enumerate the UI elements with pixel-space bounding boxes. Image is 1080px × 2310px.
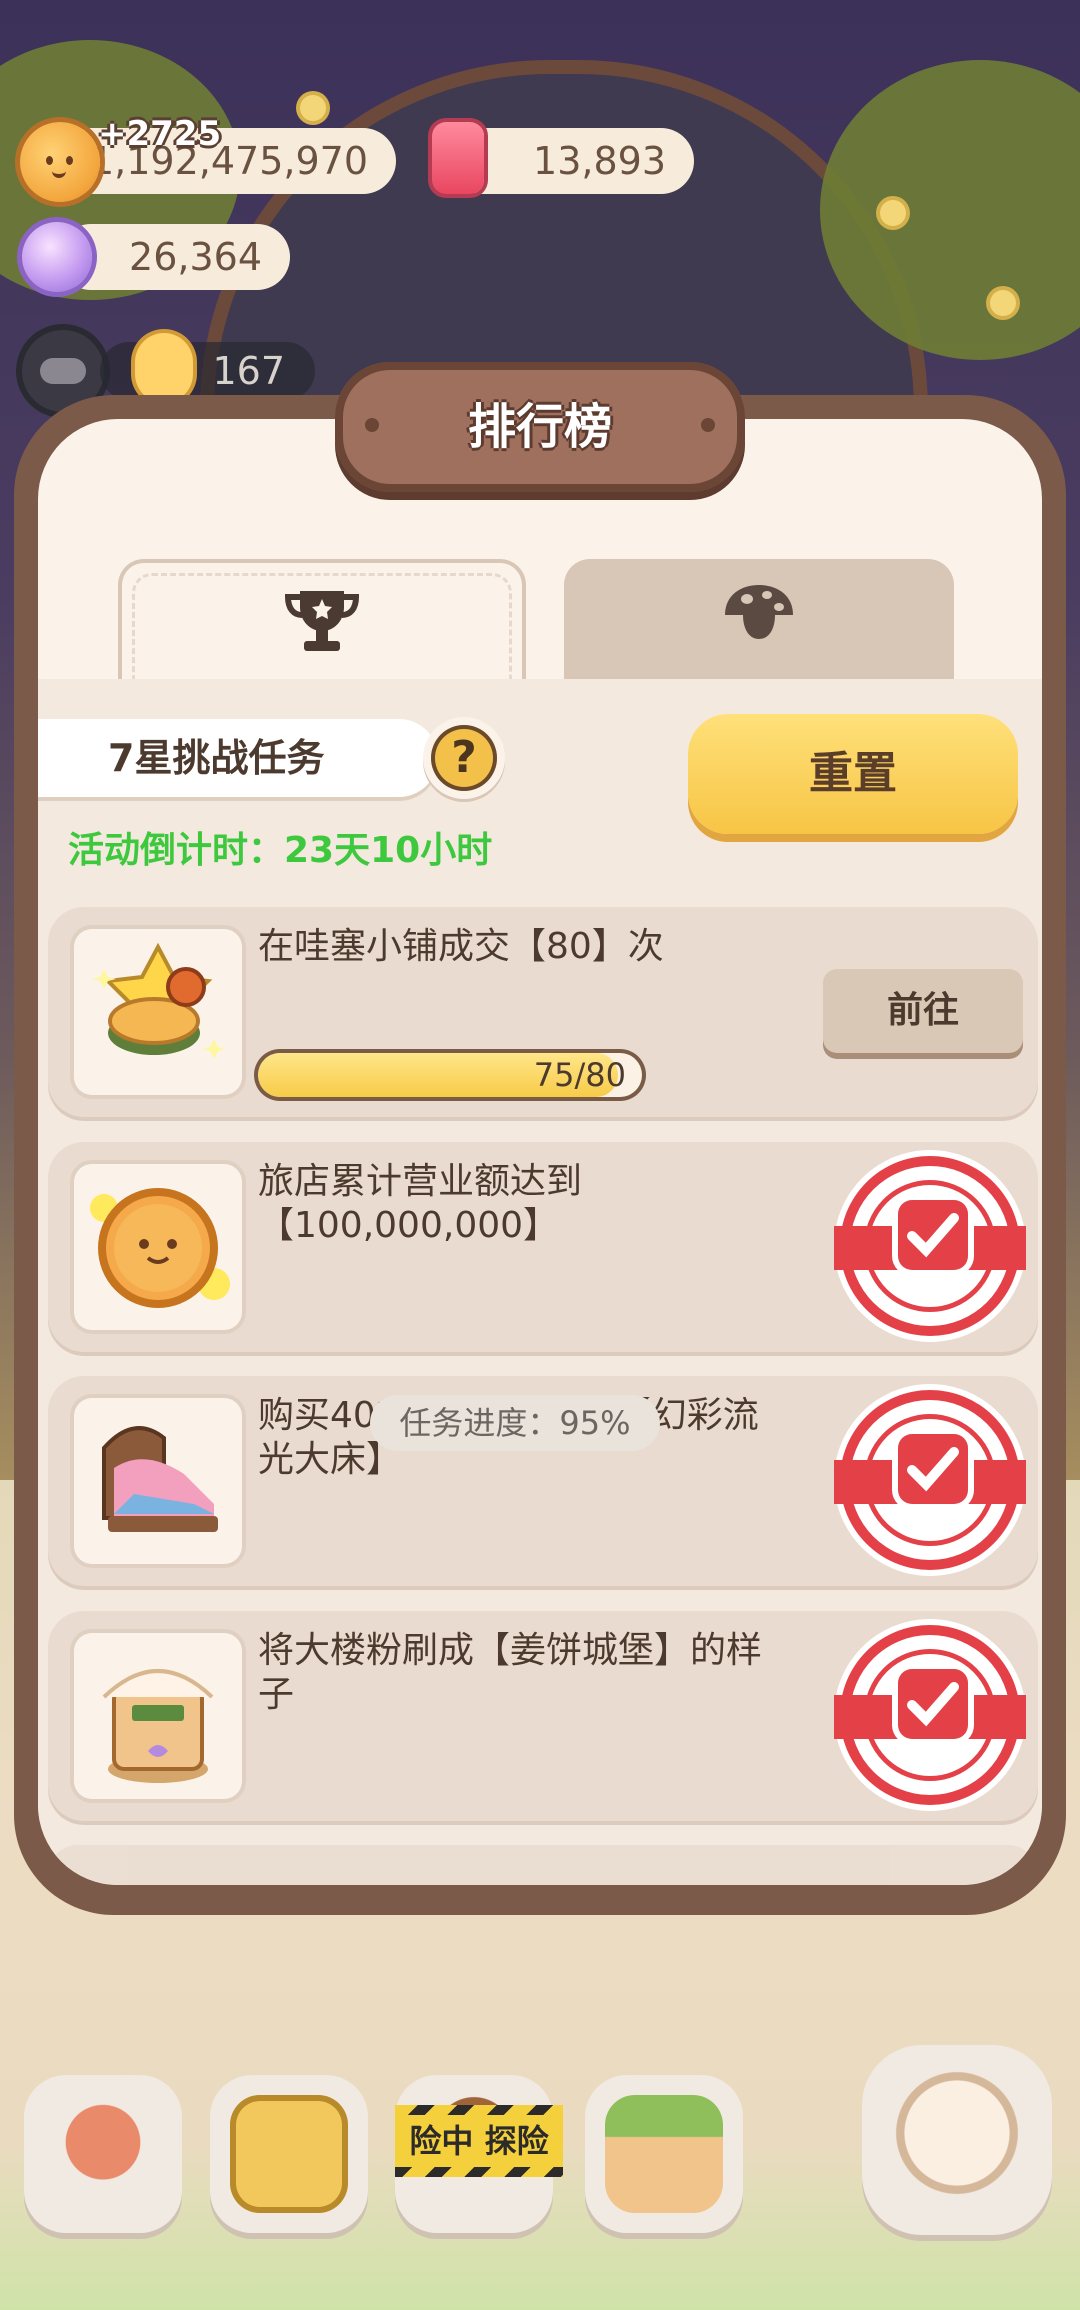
dialog-panel: 7星挑战任务 ? 活动倒计时：23天10小时 重置 在哇塞小铺成交【80】次 前…	[38, 419, 1042, 1885]
nav-calendar-button[interactable]	[210, 2075, 368, 2233]
task-description: 旅店累计营业额达到【100,000,000】	[258, 1161, 583, 1246]
chick-icon	[135, 333, 193, 403]
candle-value: 13,893	[533, 139, 666, 183]
mushroom-icon	[725, 585, 793, 639]
overall-progress: 任务进度：95%	[370, 1395, 660, 1451]
event-countdown: 活动倒计时：23天10小时	[68, 830, 493, 871]
completed-stamp-icon	[834, 1156, 1026, 1336]
gem-icon	[22, 222, 92, 292]
nav-shop-button[interactable]	[585, 2075, 743, 2233]
dialog-title-plate: 排行榜	[335, 362, 745, 492]
completed-stamp-icon	[834, 1625, 1026, 1805]
task-progress-bar: 75/80	[258, 1053, 642, 1097]
question-icon: ?	[431, 725, 497, 791]
goto-button[interactable]: 前往	[823, 969, 1023, 1053]
nav-house-button[interactable]	[24, 2075, 182, 2233]
character-icon	[887, 2070, 1027, 2210]
tab-mushroom[interactable]	[564, 559, 954, 679]
flower-decoration	[990, 290, 1016, 316]
task-card-revenue: 旅店累计营业额达到【100,000,000】	[48, 1142, 1038, 1352]
shop-stall-icon	[605, 2095, 723, 2213]
flower-decoration	[880, 200, 906, 226]
task-card-trade: 在哇塞小铺成交【80】次 前往 75/80	[48, 907, 1038, 1117]
dialog-title: 排行榜	[467, 399, 612, 455]
flower-decoration	[300, 95, 326, 121]
trophy-icon	[284, 591, 360, 651]
gem-value: 26,364	[129, 235, 262, 279]
nav-character-button[interactable]	[862, 2045, 1052, 2235]
help-button[interactable]: ?	[423, 717, 505, 799]
mushroom-house-icon	[44, 2095, 162, 2213]
progress-text: 75/80	[533, 1056, 626, 1094]
leaderboard-dialog: 7星挑战任务 ? 活动倒计时：23天10小时 重置 在哇塞小铺成交【80】次 前…	[14, 395, 1066, 1915]
bed-icon	[74, 1398, 242, 1564]
gingerbread-hotel-icon	[74, 1633, 242, 1799]
cake-icon	[74, 929, 242, 1095]
gem-counter[interactable]: 26,364	[58, 224, 290, 290]
task-content: 7星挑战任务 ? 活动倒计时：23天10小时 重置 在哇塞小铺成交【80】次 前…	[38, 679, 1042, 1885]
tab-trophy[interactable]	[118, 559, 526, 683]
adventure-banner: 险中 探险	[395, 2105, 563, 2177]
completed-stamp-icon	[834, 1390, 1026, 1570]
task-card-paint: 将大楼粉刷成【姜饼城堡】的样子	[48, 1611, 1038, 1821]
badge-counter: 167	[100, 342, 315, 400]
cookie-coin-icon	[74, 1164, 242, 1330]
task-card-partial	[48, 1845, 1038, 1885]
challenge-header: 7星挑战任务	[38, 719, 438, 797]
coin-gain-popup: +2725	[98, 114, 222, 154]
calendar-icon	[230, 2095, 348, 2213]
challenge-title: 7星挑战任务	[108, 736, 325, 780]
coin-icon	[20, 122, 100, 202]
task-description: 将大楼粉刷成【姜饼城堡】的样子	[258, 1630, 763, 1715]
candle-counter[interactable]: 13,893	[450, 128, 694, 194]
adventure-banner-text: 险中 探险	[395, 2115, 563, 2167]
reset-button[interactable]: 重置	[688, 714, 1018, 834]
candle-icon	[432, 122, 484, 194]
task-description: 在哇塞小铺成交【80】次	[258, 926, 664, 967]
